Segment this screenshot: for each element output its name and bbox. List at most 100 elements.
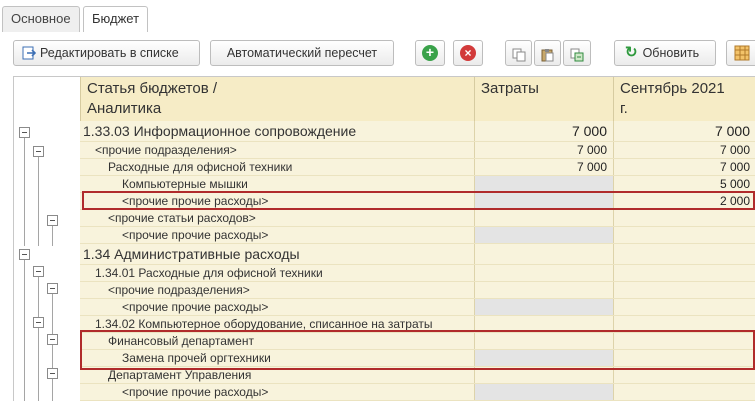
collapse-toggle[interactable] xyxy=(33,266,44,277)
row-costs xyxy=(474,350,613,366)
collapse-toggle[interactable] xyxy=(33,317,44,328)
row-month xyxy=(613,299,755,315)
collapse-toggle[interactable] xyxy=(19,127,30,138)
row-costs: 7 000 xyxy=(474,142,613,158)
refresh-label: Обновить xyxy=(642,46,700,60)
row-costs: 7 000 xyxy=(474,121,613,141)
row-article: <прочие подразделения> xyxy=(95,143,237,157)
header-article-line1: Статья бюджетов / xyxy=(87,80,218,97)
fill-button[interactable] xyxy=(563,40,591,66)
table-header: Статья бюджетов / Аналитика Затраты Сент… xyxy=(14,77,755,122)
row-article: <прочие прочие расходы> xyxy=(122,228,269,242)
table-row[interactable]: Замена прочей оргтехники xyxy=(80,350,755,367)
row-costs xyxy=(474,384,613,400)
header-costs-label: Затраты xyxy=(481,80,539,97)
fill-icon xyxy=(570,46,584,65)
table-row[interactable]: <прочие подразделения> 7 000 7 000 xyxy=(80,142,755,159)
tab-budget[interactable]: Бюджет xyxy=(83,6,149,33)
row-costs: 7 000 xyxy=(474,159,613,175)
table-row[interactable]: <прочие прочие расходы> xyxy=(80,384,755,401)
row-month xyxy=(613,333,755,349)
collapse-toggle[interactable] xyxy=(47,368,58,379)
refresh-button[interactable]: ↻ Обновить xyxy=(614,40,716,66)
row-article: 1.33.03 Информационное сопровождение xyxy=(83,123,357,139)
row-article: Департамент Управления xyxy=(108,368,252,382)
row-costs xyxy=(474,367,613,383)
delete-icon: × xyxy=(460,45,476,61)
collapse-toggle[interactable] xyxy=(19,249,30,260)
table-row[interactable]: 1.33.03 Информационное сопровождение 7 0… xyxy=(80,121,755,142)
header-costs[interactable]: Затраты xyxy=(474,77,613,121)
row-month xyxy=(613,282,755,298)
row-month: 5 000 xyxy=(613,176,755,192)
auto-recalc-label: Автоматический пересчет xyxy=(226,46,378,60)
tab-main[interactable]: Основное xyxy=(2,6,80,32)
row-costs xyxy=(474,282,613,298)
row-month xyxy=(613,244,755,264)
row-month xyxy=(613,210,755,226)
table-row[interactable]: 1.34.02 Компьютерное оборудование, списа… xyxy=(80,316,755,333)
tab-bar: Основное Бюджет xyxy=(0,0,755,33)
row-article: <прочие прочие расходы> xyxy=(122,385,269,399)
table-row[interactable]: <прочие подразделения> xyxy=(80,282,755,299)
table-row[interactable]: Финансовый департамент xyxy=(80,333,755,350)
header-article[interactable]: Статья бюджетов / Аналитика xyxy=(80,77,474,121)
table-row[interactable]: <прочие прочие расходы> xyxy=(80,299,755,316)
row-costs xyxy=(474,265,613,281)
row-article: <прочие статьи расходов> xyxy=(108,211,256,225)
row-costs xyxy=(474,316,613,332)
row-article: Замена прочей оргтехники xyxy=(122,351,271,365)
collapse-toggle[interactable] xyxy=(33,146,44,157)
collapse-toggle[interactable] xyxy=(47,334,58,345)
row-costs xyxy=(474,244,613,264)
row-month xyxy=(613,227,755,243)
header-month-line1: Сентябрь 2021 xyxy=(620,80,725,97)
row-article: 1.34.02 Компьютерное оборудование, списа… xyxy=(95,317,433,331)
row-article: 1.34.01 Расходные для офисной техники xyxy=(95,266,323,280)
toolbar: Редактировать в списке Автоматический пе… xyxy=(0,32,755,76)
row-article: Финансовый департамент xyxy=(108,334,254,348)
spreadsheet-icon xyxy=(734,45,750,65)
paste-icon xyxy=(541,46,555,65)
row-article: Расходные для офисной техники xyxy=(108,160,293,174)
header-article-line2: Аналитика xyxy=(87,100,162,117)
row-month xyxy=(613,265,755,281)
table-row[interactable]: <прочие прочие расходы> 2 000 xyxy=(80,193,755,210)
row-month xyxy=(613,350,755,366)
edit-in-list-button[interactable]: Редактировать в списке xyxy=(13,40,200,66)
row-costs xyxy=(474,176,613,192)
row-month xyxy=(613,367,755,383)
row-article: <прочие подразделения> xyxy=(108,283,250,297)
header-month-line2: г. xyxy=(620,100,628,117)
add-row-button[interactable]: + xyxy=(415,40,445,66)
refresh-icon: ↻ xyxy=(625,44,638,61)
row-costs xyxy=(474,333,613,349)
table-row[interactable]: Компьютерные мышки 5 000 xyxy=(80,176,755,193)
row-costs xyxy=(474,210,613,226)
table-row[interactable]: Расходные для офисной техники 7 000 7 00… xyxy=(80,159,755,176)
table-row[interactable]: 1.34 Административные расходы xyxy=(80,244,755,265)
table-row[interactable]: 1.34.01 Расходные для офисной техники xyxy=(80,265,755,282)
row-costs xyxy=(474,299,613,315)
row-article: Компьютерные мышки xyxy=(122,177,248,191)
row-month xyxy=(613,384,755,400)
tree-header xyxy=(14,77,80,121)
collapse-toggle[interactable] xyxy=(47,283,58,294)
header-month[interactable]: Сентябрь 2021 г. xyxy=(613,77,755,121)
copy-icon xyxy=(512,46,526,65)
row-article: <прочие прочие расходы> xyxy=(122,300,269,314)
delete-row-button[interactable]: × xyxy=(453,40,483,66)
tree-column xyxy=(14,121,81,401)
table-row[interactable]: <прочие статьи расходов> xyxy=(80,210,755,227)
table-row[interactable]: <прочие прочие расходы> xyxy=(80,227,755,244)
row-month xyxy=(613,316,755,332)
paste-button[interactable] xyxy=(534,40,561,66)
budget-table: Статья бюджетов / Аналитика Затраты Сент… xyxy=(13,76,755,401)
auto-recalc-button[interactable]: Автоматический пересчет xyxy=(210,40,394,66)
table-row[interactable]: Департамент Управления xyxy=(80,367,755,384)
collapse-toggle[interactable] xyxy=(47,215,58,226)
spreadsheet-button[interactable] xyxy=(726,40,755,66)
plus-icon: + xyxy=(422,45,438,61)
table-body: 1.33.03 Информационное сопровождение 7 0… xyxy=(80,121,755,401)
copy-button[interactable] xyxy=(505,40,532,66)
